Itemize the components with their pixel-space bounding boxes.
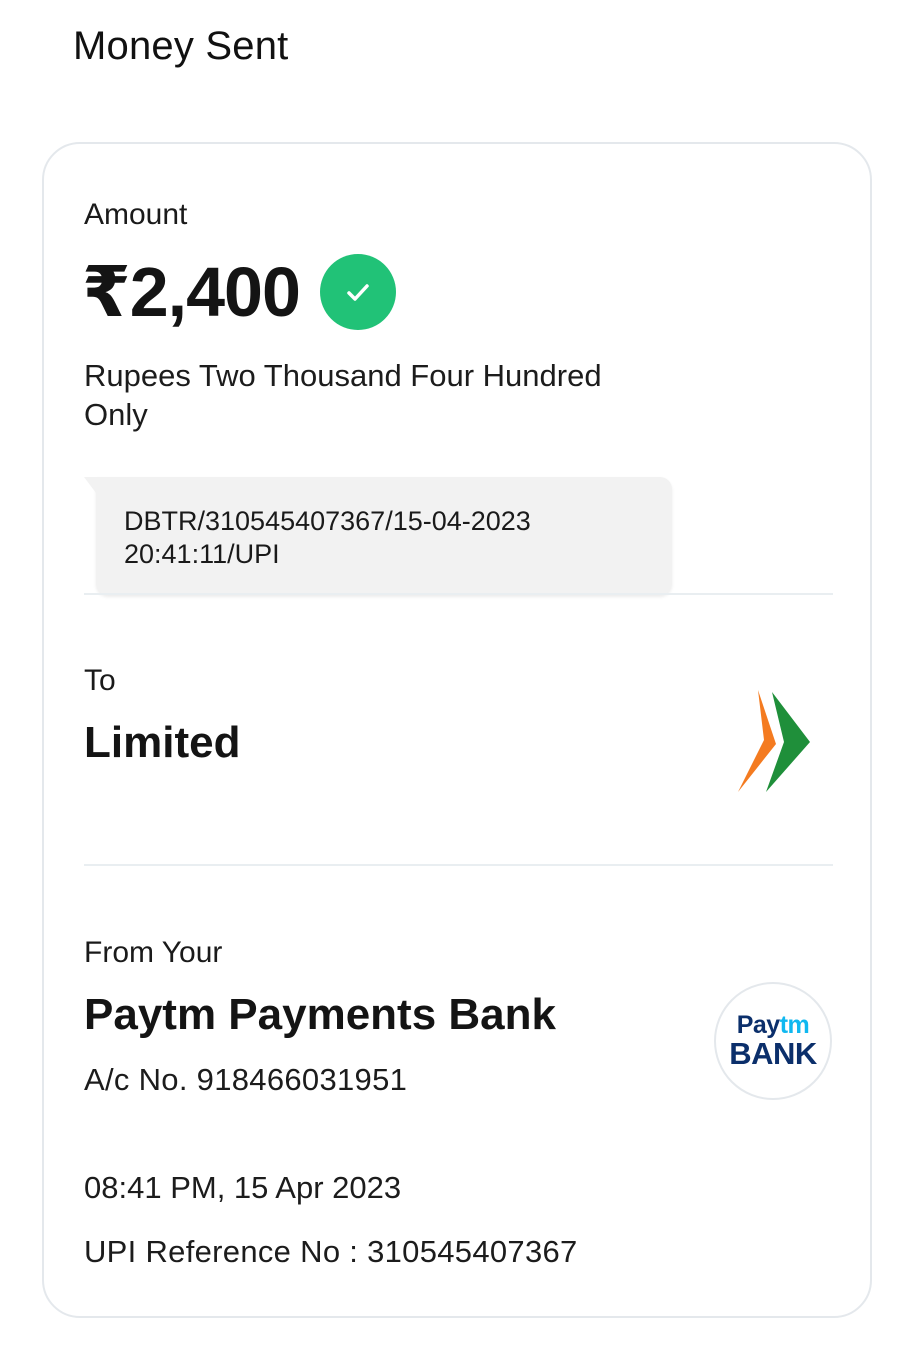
upi-logo-icon — [736, 688, 816, 796]
paytm-wordmark: Paytm — [736, 1011, 810, 1039]
paytm-bank-logo: Paytm BANK — [714, 982, 832, 1100]
amount-in-words: Rupees Two Thousand Four Hundred Only — [84, 358, 602, 432]
note-tail — [84, 477, 96, 493]
amount-label: Amount — [84, 198, 188, 231]
check-circle-icon — [319, 254, 396, 330]
sender-label: From Your — [84, 936, 223, 969]
amount-value: ₹2,400 — [82, 253, 301, 331]
account-number: A/c No. 918466031951 — [84, 1062, 408, 1097]
upi-reference: UPI Reference No : 310545407367 — [84, 1234, 578, 1269]
payment-note-text: DBTR/310545407367/15-04-2023 20:41:11/UP… — [124, 506, 531, 569]
divider — [84, 864, 833, 866]
recipient-name: Limited — [84, 718, 241, 767]
divider — [84, 593, 833, 595]
recipient-label: To — [84, 664, 116, 697]
transaction-datetime: 08:41 PM, 15 Apr 2023 — [84, 1170, 402, 1205]
page-title: Money Sent — [73, 24, 289, 68]
payment-note: DBTR/310545407367/15-04-2023 20:41:11/UP… — [84, 477, 672, 595]
amount-row: ₹2,400 — [82, 252, 396, 332]
bank-name: Paytm Payments Bank — [84, 990, 556, 1039]
transaction-card: Amount ₹2,400 Rupees Two Thousand Four H… — [42, 142, 872, 1318]
bank-wordmark: BANK — [729, 1036, 817, 1071]
